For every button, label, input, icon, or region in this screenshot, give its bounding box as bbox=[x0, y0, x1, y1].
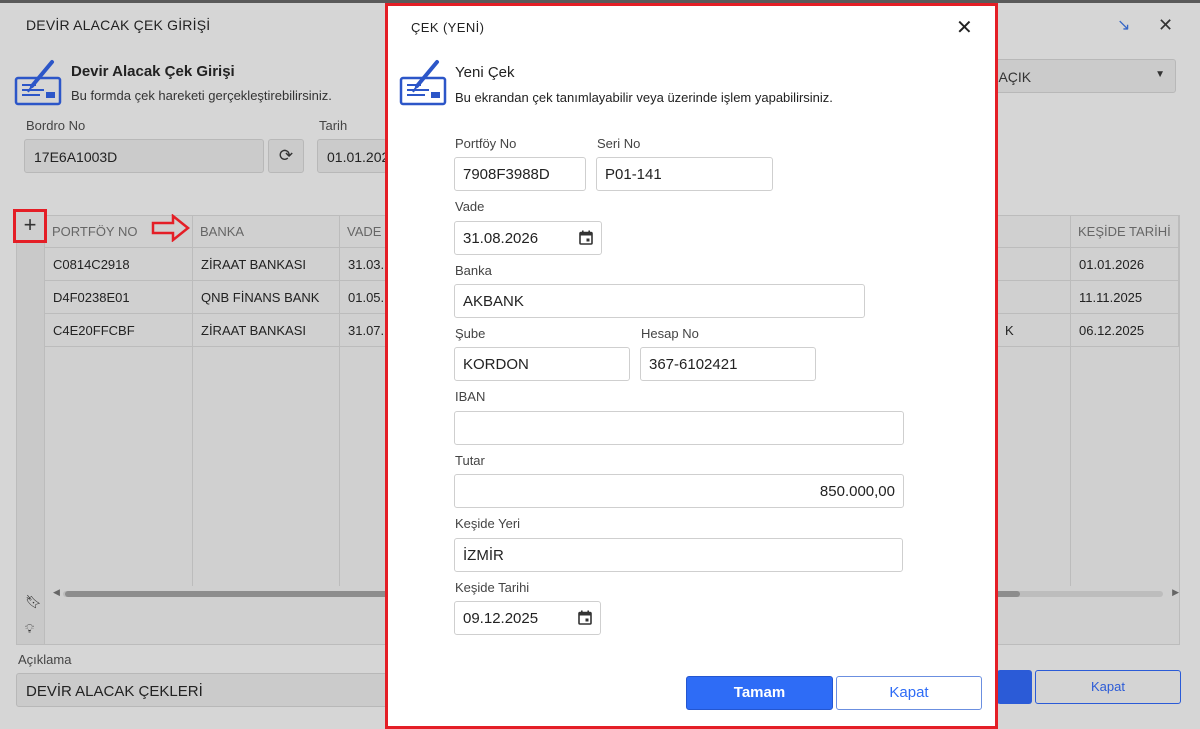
window-title: DEVİR ALACAK ÇEK GİRİŞİ bbox=[26, 17, 211, 33]
column-header-empty bbox=[997, 216, 1071, 248]
plus-icon: + bbox=[23, 212, 37, 237]
aciklama-input[interactable]: DEVİR ALACAK ÇEKLERİ bbox=[16, 673, 388, 707]
table-row-cell[interactable]: ZİRAAT BANKASI bbox=[193, 248, 340, 281]
modal-header: Yeni Çek bbox=[455, 64, 515, 81]
table-row-cell[interactable]: 01.01.2026 bbox=[1071, 248, 1179, 281]
scroll-left-icon[interactable]: ◀ bbox=[53, 587, 60, 598]
column-header-banka[interactable]: BANKA bbox=[193, 216, 340, 248]
tutar-label: Tutar bbox=[455, 453, 485, 468]
hesap-input[interactable]: 367-6102421 bbox=[640, 347, 816, 381]
banka-label: Banka bbox=[455, 263, 492, 278]
seri-label: Seri No bbox=[597, 136, 641, 151]
table-row-cell[interactable]: ZİRAAT BANKASI bbox=[193, 314, 340, 347]
cek-modal: ÇEK (YENİ) ✕ Yeni Çek Bu ekrandan çek ta… bbox=[385, 3, 998, 729]
refresh-icon: ⟳ bbox=[278, 146, 294, 165]
scroll-right-icon[interactable]: ▶ bbox=[1172, 587, 1179, 598]
form-header: Devir Alacak Çek Girişi bbox=[71, 63, 235, 80]
minimize-icon[interactable]: ↘ bbox=[1117, 15, 1130, 35]
hesap-label: Hesap No bbox=[641, 326, 699, 341]
modal-title: ÇEK (YENİ) bbox=[411, 20, 485, 35]
table-row-cell[interactable] bbox=[997, 281, 1071, 314]
keside-tarihi-input[interactable]: 09.12.2025 bbox=[454, 601, 601, 635]
table-row-cell[interactable]: C4E20FFCBF bbox=[45, 314, 193, 347]
lightbulb-icon[interactable]: 💡︎ bbox=[25, 621, 34, 637]
modal-subtitle: Bu ekrandan çek tanımlayabilir veya üzer… bbox=[455, 90, 833, 105]
bookmark-icon[interactable]: 🔖︎ bbox=[25, 594, 42, 610]
table-row-cell[interactable]: 31.03. bbox=[340, 248, 390, 281]
column-header-vade[interactable]: VADE bbox=[340, 216, 390, 248]
table-row-cell[interactable]: QNB FİNANS BANK bbox=[193, 281, 340, 314]
sube-input[interactable]: KORDON bbox=[454, 347, 630, 381]
kapat-button[interactable]: Kapat bbox=[1035, 670, 1181, 704]
banka-input[interactable]: AKBANK bbox=[454, 284, 865, 318]
status-select[interactable]: E AÇIK ▼ bbox=[975, 59, 1176, 93]
portfoy-input[interactable]: 7908F3988D bbox=[454, 157, 586, 191]
table-row-cell[interactable]: 11.11.2025 bbox=[1071, 281, 1179, 314]
iban-label: IBAN bbox=[455, 389, 486, 404]
vade-label: Vade bbox=[455, 199, 485, 214]
table-row-cell[interactable]: 01.05. bbox=[340, 281, 390, 314]
bordro-label: Bordro No bbox=[26, 118, 86, 133]
bordro-input[interactable]: 17E6A1003D bbox=[24, 139, 264, 173]
calendar-icon[interactable] bbox=[578, 610, 592, 625]
portfoy-label: Portföy No bbox=[455, 136, 517, 151]
sube-label: Şube bbox=[455, 326, 486, 341]
refresh-button[interactable]: ⟳ bbox=[268, 139, 304, 173]
seri-input[interactable]: P01-141 bbox=[596, 157, 773, 191]
table-row-cell[interactable]: D4F0238E01 bbox=[45, 281, 193, 314]
table-row-cell[interactable] bbox=[997, 248, 1071, 281]
column-header-keside[interactable]: KEŞİDE TARİHİ bbox=[1071, 216, 1179, 248]
tarih-label: Tarih bbox=[319, 118, 348, 133]
check-document-icon bbox=[14, 60, 62, 106]
aciklama-label: Açıklama bbox=[18, 652, 72, 667]
table-row-cell[interactable]: 06.12.2025 bbox=[1071, 314, 1179, 347]
grid-sidebar: 🔖︎ 💡︎ bbox=[17, 216, 45, 644]
table-row-cell[interactable]: K bbox=[997, 314, 1071, 347]
keside-tarihi-label: Keşide Tarihi bbox=[455, 580, 530, 595]
vade-input[interactable]: 31.08.2026 bbox=[454, 221, 602, 255]
iban-input[interactable] bbox=[454, 411, 904, 445]
keside-yeri-label: Keşide Yeri bbox=[455, 516, 521, 531]
form-subtitle: Bu formda çek hareketi gerçekleştirebili… bbox=[71, 88, 332, 103]
keside-tarihi-value: 09.12.2025 bbox=[463, 610, 539, 627]
chevron-down-icon: ▼ bbox=[1155, 69, 1165, 80]
save-button[interactable] bbox=[997, 670, 1032, 704]
close-icon[interactable]: ✕ bbox=[956, 15, 973, 40]
check-document-icon bbox=[399, 60, 447, 106]
table-row-cell[interactable]: C0814C2918 bbox=[45, 248, 193, 281]
vade-value: 31.08.2026 bbox=[463, 230, 539, 247]
table-row-cell[interactable]: 31.07. bbox=[340, 314, 390, 347]
annotation-arrow-icon bbox=[151, 214, 191, 242]
keside-yeri-input[interactable]: İZMİR bbox=[454, 538, 903, 572]
kapat-button[interactable]: Kapat bbox=[836, 676, 982, 710]
add-row-button[interactable]: + bbox=[13, 209, 47, 243]
tutar-input[interactable]: 850.000,00 bbox=[454, 474, 904, 508]
calendar-icon[interactable] bbox=[579, 230, 593, 245]
close-icon[interactable]: ✕ bbox=[1158, 15, 1173, 36]
tamam-button[interactable]: Tamam bbox=[686, 676, 833, 710]
tarih-input[interactable]: 01.01.202 bbox=[317, 139, 389, 173]
